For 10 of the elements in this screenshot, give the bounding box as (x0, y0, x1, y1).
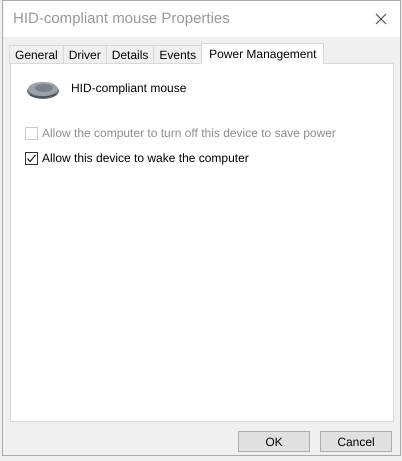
dialog-button[interactable]: Cancel (320, 431, 392, 452)
checkbox-label: Allow this device to wake the computer (42, 150, 249, 167)
device-name: HID-compliant mouse (71, 80, 186, 97)
checkbox[interactable] (25, 152, 38, 164)
dialog-button[interactable]: OK (238, 431, 310, 452)
checkbox-label: Allow the computer to turn off this device to save power (42, 125, 336, 142)
tab[interactable]: General (9, 45, 64, 64)
tab[interactable]: Power Management (201, 43, 324, 64)
window-title: HID-compliant mouse Properties (13, 8, 230, 29)
close-icon (375, 13, 387, 25)
